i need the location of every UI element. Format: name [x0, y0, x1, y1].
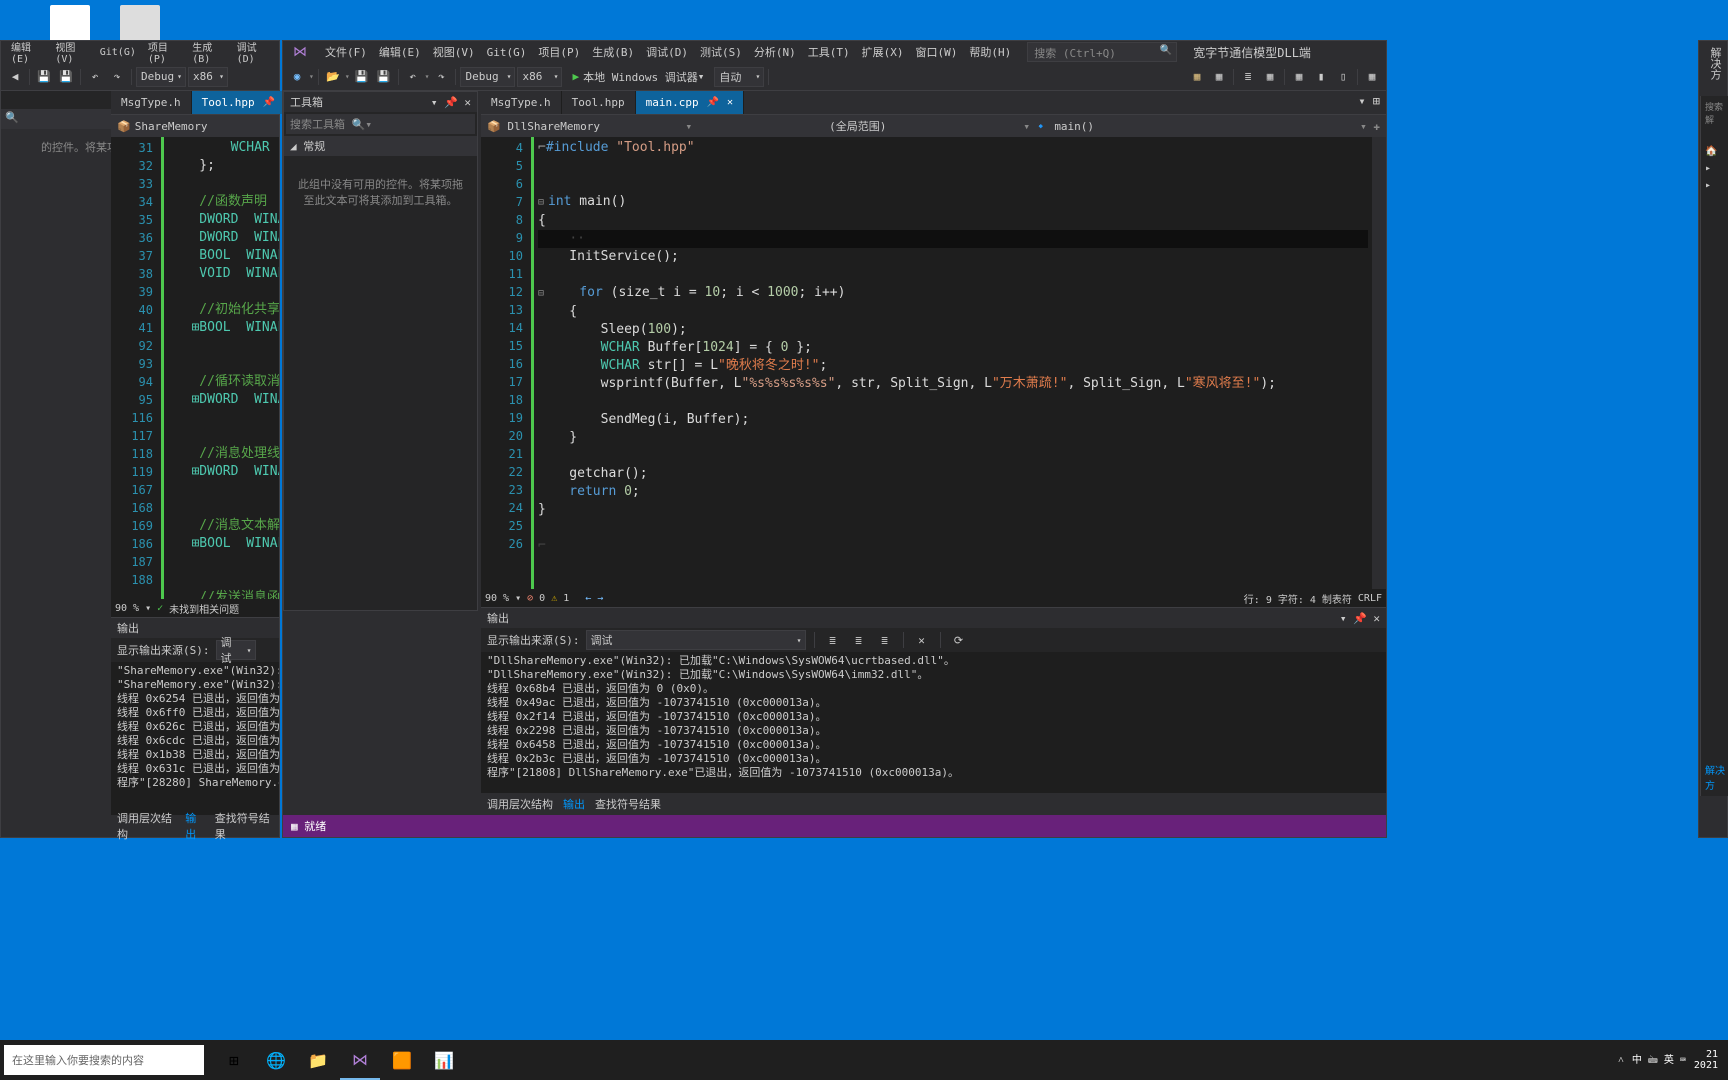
tool-icon[interactable]: ▦ [1209, 67, 1229, 87]
save-icon[interactable]: 💾 [352, 67, 372, 87]
line-gutter: 3132333435363738394041929394951161171181… [111, 137, 161, 599]
editor-status: 90 %▾✓未找到相关问题 [111, 599, 279, 617]
vs-statusbar: ▦ 就绪 [283, 815, 1386, 837]
explorer-icon[interactable]: 📁 [298, 1040, 338, 1080]
panel-controls[interactable]: ▾ 📌 ✕ [431, 96, 471, 109]
config-combo[interactable]: Debug [460, 67, 515, 87]
bc-project[interactable]: 📦 DllShareMemory [487, 120, 600, 133]
tab-tool[interactable]: Tool.hpp [562, 91, 636, 114]
ppt-icon[interactable]: 📊 [424, 1040, 464, 1080]
code-editor[interactable]: ⌐#include #include "Tool.hpp""Tool.hpp" … [534, 137, 1372, 589]
toolbar: ◉▾ 📂▾ 💾 💾 ↶▾ ↷ Debug x86 ▶本地 Windows 调试器… [283, 63, 1386, 91]
vs-icon[interactable]: ⋈ [340, 1040, 380, 1080]
editor-tabs: MsgType.h Tool.hpp main.cpp📌✕ ▾ ⊞ [481, 91, 1386, 115]
tool-icon[interactable]: ≣ [1238, 67, 1258, 87]
platform-combo[interactable]: x86 [188, 67, 228, 87]
nav-prev-icon[interactable]: ← [585, 593, 591, 604]
tool-icon[interactable]: ▯ [1333, 67, 1353, 87]
panel-controls[interactable]: ▾ 📌 ✕ [1340, 612, 1380, 625]
output-text[interactable]: "DllShareMemory.exe"(Win32): 已加载"C:\Wind… [481, 652, 1386, 782]
toolbox-group[interactable]: ◢ 常规 [284, 136, 477, 156]
bc-scope[interactable]: (全局范围) [829, 118, 886, 134]
close-icon[interactable]: 📌 [263, 97, 275, 108]
edge-icon[interactable]: 🌐 [256, 1040, 296, 1080]
task-view-icon[interactable]: ⊞ [214, 1040, 254, 1080]
tool-icon[interactable]: ▦ [1289, 67, 1309, 87]
taskbar-search[interactable]: 在这里输入你要搜索的内容 [4, 1045, 204, 1075]
toolbar: ◀ 💾 💾 ↶ ↷ Debug x86 [1, 63, 279, 91]
bottom-tabs: 调用层次结构输出查找符号结果 [481, 793, 1386, 815]
redo-icon[interactable]: ↷ [431, 67, 451, 87]
tray-up-icon[interactable]: ˄ [1618, 1055, 1624, 1066]
undo-icon[interactable]: ↶ [403, 67, 423, 87]
output-toolbar: 显示输出来源(S): 调试 ≣≣≣ ✕ ⟳ [481, 628, 1386, 652]
system-tray[interactable]: ˄ 中 🖮 英 ⌨ 212021 [1608, 1049, 1728, 1071]
vs-window-left: 编辑(E)视图(V)Git(G)项目(P)生成(B)调试(D) ◀ 💾 💾 ↶ … [0, 40, 280, 838]
bottom-tabs: 调用层次结构输出查找符号结果 [111, 815, 279, 837]
status-ready: ▦ 就绪 [291, 818, 326, 834]
],tool-icon[interactable]: ⟳ [949, 630, 969, 650]
output-toolbar: 显示输出来源(S): 调试 [111, 638, 279, 662]
save-all-icon[interactable]: 💾 [56, 67, 76, 87]
save-icon[interactable]: 💾 [34, 67, 54, 87]
toolbox-search[interactable]: 搜索工具箱 🔍▾ [286, 114, 475, 134]
close-icon[interactable]: ✕ [727, 97, 733, 108]
output-source-combo[interactable]: 调试 [216, 640, 256, 660]
tab-msgtype[interactable]: MsgType.h [111, 91, 192, 114]
output-header: 输出▾ 📌 ✕ [481, 608, 1386, 628]
tab-overflow-icon[interactable]: ▾ ⊞ [1352, 91, 1386, 114]
editor-status: 90 %▾ ⊘0 ⚠1 ← → 行: 9字符: 4制表符CRLF [481, 589, 1386, 607]
platform-combo[interactable]: x86 [517, 67, 562, 87]
tab-tool[interactable]: Tool.hpp📌 [192, 91, 286, 114]
run-mode-combo[interactable]: 自动 [714, 67, 764, 87]
pin-icon[interactable]: 📌 [707, 97, 719, 108]
code-editor[interactable]: WCHAR m }; //函数声明 DWORD WINAP DWORD WINA… [164, 137, 279, 599]
app-icon[interactable]: 🟧 [382, 1040, 422, 1080]
vs-logo-icon: ⋈ [287, 42, 313, 62]
tool-icon[interactable]: ≣ [849, 630, 869, 650]
line-gutter: 4567891011121314151617181920212223242526 [481, 137, 531, 589]
output-text[interactable]: "ShareMemory.exe"(Win32): 已加"ShareMemory… [111, 662, 279, 792]
breadcrumb: 📦 DllShareMemory ▾ (全局范围) ▾ 🔹 main() ▾ ✚ [481, 115, 1386, 137]
open-icon[interactable]: 📂 [323, 67, 343, 87]
tab-msgtype[interactable]: MsgType.h [481, 91, 562, 114]
redo-icon[interactable]: ↷ [107, 67, 127, 87]
nav-back-icon[interactable]: ◉ [287, 67, 307, 87]
toolbox-title: 工具箱 [290, 94, 323, 110]
undo-icon[interactable]: ↶ [85, 67, 105, 87]
vs-window-main: ⋈ 文件(F)编辑(E)视图(V)Git(G)项目(P)生成(B)调试(D)测试… [282, 40, 1387, 838]
minimap[interactable] [1372, 137, 1386, 589]
taskbar: 在这里输入你要搜索的内容 ⊞ 🌐 📁 ⋈ 🟧 📊 ˄ 中 🖮 英 ⌨ 21202… [0, 1040, 1728, 1080]
tool-icon[interactable]: ▦ [1260, 67, 1280, 87]
search-input[interactable]: 搜索 (Ctrl+Q) [1027, 42, 1177, 62]
tab-main[interactable]: main.cpp📌✕ [636, 91, 744, 114]
tool-icon[interactable]: ≣ [875, 630, 895, 650]
tool-icon[interactable]: ▦ [1362, 67, 1382, 87]
config-combo[interactable]: Debug [136, 67, 186, 87]
run-button[interactable]: ▶本地 Windows 调试器 ▾ [564, 67, 712, 87]
window-title: 宽字节通信模型DLL端 [1187, 42, 1317, 63]
right-panel: 搜索解 🏠 ▸ ▸ 解决方 [1700, 96, 1728, 796]
nav-next-icon[interactable]: → [597, 593, 603, 604]
save-all-icon[interactable]: 💾 [374, 67, 394, 87]
bc-function[interactable]: 🔹 main() [1034, 120, 1094, 133]
tool-icon[interactable]: ▮ [1311, 67, 1331, 87]
toolbox-panel: 工具箱 ▾ 📌 ✕ 搜索工具箱 🔍▾ ◢ 常规 此组中没有可用的控件。将某项拖至此… [283, 91, 478, 611]
output-source-combo[interactable]: 调试 [586, 630, 806, 650]
breadcrumb[interactable]: 📦 ShareMemory [111, 115, 279, 137]
editor-tabs: MsgType.h Tool.hpp📌 [111, 91, 279, 115]
tool-icon[interactable]: ≣ [823, 630, 843, 650]
menubar: 编辑(E)视图(V)Git(G)项目(P)生成(B)调试(D) [1, 41, 279, 63]
output-header: 输出 [111, 618, 279, 638]
menubar: ⋈ 文件(F)编辑(E)视图(V)Git(G)项目(P)生成(B)调试(D)测试… [283, 41, 1386, 63]
clear-icon[interactable]: ✕ [912, 630, 932, 650]
nav-back-icon[interactable]: ◀ [5, 67, 25, 87]
toolbox-empty: 此组中没有可用的控件。将某项拖至此文本可将其添加到工具箱。 [284, 156, 477, 228]
tool-icon[interactable]: ▦ [1187, 67, 1207, 87]
